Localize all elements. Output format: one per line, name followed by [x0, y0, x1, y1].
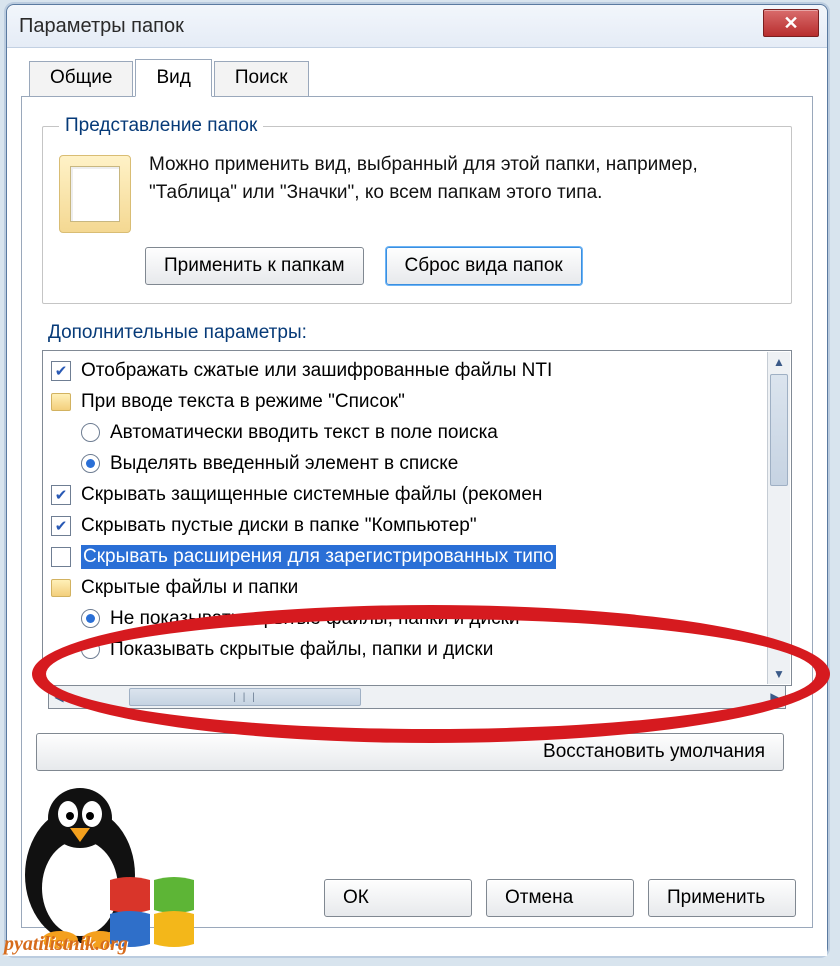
scroll-track-horizontal[interactable]: | | |	[69, 686, 765, 708]
folder-node-icon	[51, 579, 71, 597]
checkbox-icon[interactable]: ✔	[51, 516, 71, 536]
checkbox-icon[interactable]	[51, 547, 71, 567]
titlebar: Параметры папок ✕	[7, 5, 827, 48]
scroll-down-icon[interactable]: ▼	[768, 664, 790, 684]
dialog-window: Параметры папок ✕ Общие Вид Поиск Предст…	[6, 4, 828, 956]
list-item-label: Скрывать защищенные системные файлы (рек…	[81, 484, 542, 506]
cancel-button[interactable]: Отмена	[486, 879, 634, 917]
list-item-label: Выделять введенный элемент в списке	[110, 453, 458, 475]
advanced-settings-listbox[interactable]: ✔ Отображать сжатые или зашифрованные фай…	[42, 350, 792, 686]
group-legend: Представление папок	[59, 115, 263, 137]
list-item[interactable]: Показывать скрытые файлы, папки и диски	[51, 634, 785, 665]
tab-general[interactable]: Общие	[29, 61, 133, 97]
list-item-label: Автоматически вводить текст в поле поиск…	[110, 422, 498, 444]
list-item[interactable]: Выделять введенный элемент в списке	[51, 448, 785, 479]
tab-search[interactable]: Поиск	[214, 61, 309, 97]
close-button[interactable]: ✕	[763, 9, 819, 37]
list-item-label: Показывать скрытые файлы, папки и диски	[110, 639, 493, 661]
list-item[interactable]: При вводе текста в режиме "Список"	[51, 386, 785, 417]
list-item[interactable]: ✔ Отображать сжатые или зашифрованные фай…	[51, 355, 785, 386]
list-item[interactable]: Скрытые файлы и папки	[51, 572, 785, 603]
checkbox-icon[interactable]: ✔	[51, 361, 71, 381]
vertical-scrollbar[interactable]: ▲ ▼	[767, 352, 790, 684]
dialog-button-row: ОК Отмена Применить	[324, 879, 796, 917]
list-item-label: Скрывать пустые диски в папке "Компьютер…	[81, 515, 477, 537]
folder-node-icon	[51, 393, 71, 411]
list-item[interactable]: Автоматически вводить текст в поле поиск…	[51, 417, 785, 448]
list-item-label: Скрывать расширения для зарегистрированн…	[81, 545, 556, 569]
list-item-label: Отображать сжатые или зашифрованные файл…	[81, 360, 552, 382]
close-icon: ✕	[783, 13, 798, 34]
radio-icon[interactable]	[81, 609, 100, 628]
tabstrip: Общие Вид Поиск	[29, 58, 813, 96]
horizontal-scrollbar[interactable]: ◀ | | | ▶	[48, 686, 786, 709]
ok-button[interactable]: ОК	[324, 879, 472, 917]
advanced-settings-listbox-wrap: ✔ Отображать сжатые или зашифрованные фай…	[42, 350, 792, 709]
tab-view[interactable]: Вид	[135, 59, 211, 97]
scroll-left-icon[interactable]: ◀	[49, 686, 69, 708]
radio-icon[interactable]	[81, 454, 100, 473]
list-item[interactable]: ✔ Скрывать защищенные системные файлы (ре…	[51, 479, 785, 510]
scroll-thumb-vertical[interactable]	[770, 374, 788, 486]
apply-to-folders-button[interactable]: Применить к папкам	[145, 247, 364, 285]
list-item-label: Не показывать скрытые файлы, папки и дис…	[110, 608, 520, 630]
list-item-label: Скрытые файлы и папки	[81, 577, 298, 599]
restore-defaults-button[interactable]: Восстановить умолчания	[36, 733, 784, 771]
scroll-right-icon[interactable]: ▶	[765, 686, 785, 708]
checkbox-icon[interactable]: ✔	[51, 485, 71, 505]
folder-icon	[59, 155, 131, 233]
folder-views-group: Представление папок Можно применить вид,…	[42, 115, 792, 304]
scroll-thumb-horizontal[interactable]: | | |	[129, 688, 361, 706]
apply-button[interactable]: Применить	[648, 879, 796, 917]
client-area: Общие Вид Поиск Представление папок Можн…	[7, 48, 827, 956]
reset-folders-button[interactable]: Сброс вида папок	[386, 247, 582, 285]
radio-icon[interactable]	[81, 640, 100, 659]
list-item[interactable]: ✔ Скрывать пустые диски в папке "Компьюте…	[51, 510, 785, 541]
list-item-label: При вводе текста в режиме "Список"	[81, 391, 405, 413]
window-title: Параметры папок	[19, 15, 184, 38]
group-text: Можно применить вид, выбранный для этой …	[149, 151, 775, 233]
advanced-settings-label: Дополнительные параметры:	[48, 322, 798, 344]
tab-panel-view: Представление папок Можно применить вид,…	[21, 96, 813, 928]
scroll-up-icon[interactable]: ▲	[768, 352, 790, 372]
list-item[interactable]: Скрывать расширения для зарегистрированн…	[51, 541, 785, 572]
radio-icon[interactable]	[81, 423, 100, 442]
list-item[interactable]: Не показывать скрытые файлы, папки и дис…	[51, 603, 785, 634]
